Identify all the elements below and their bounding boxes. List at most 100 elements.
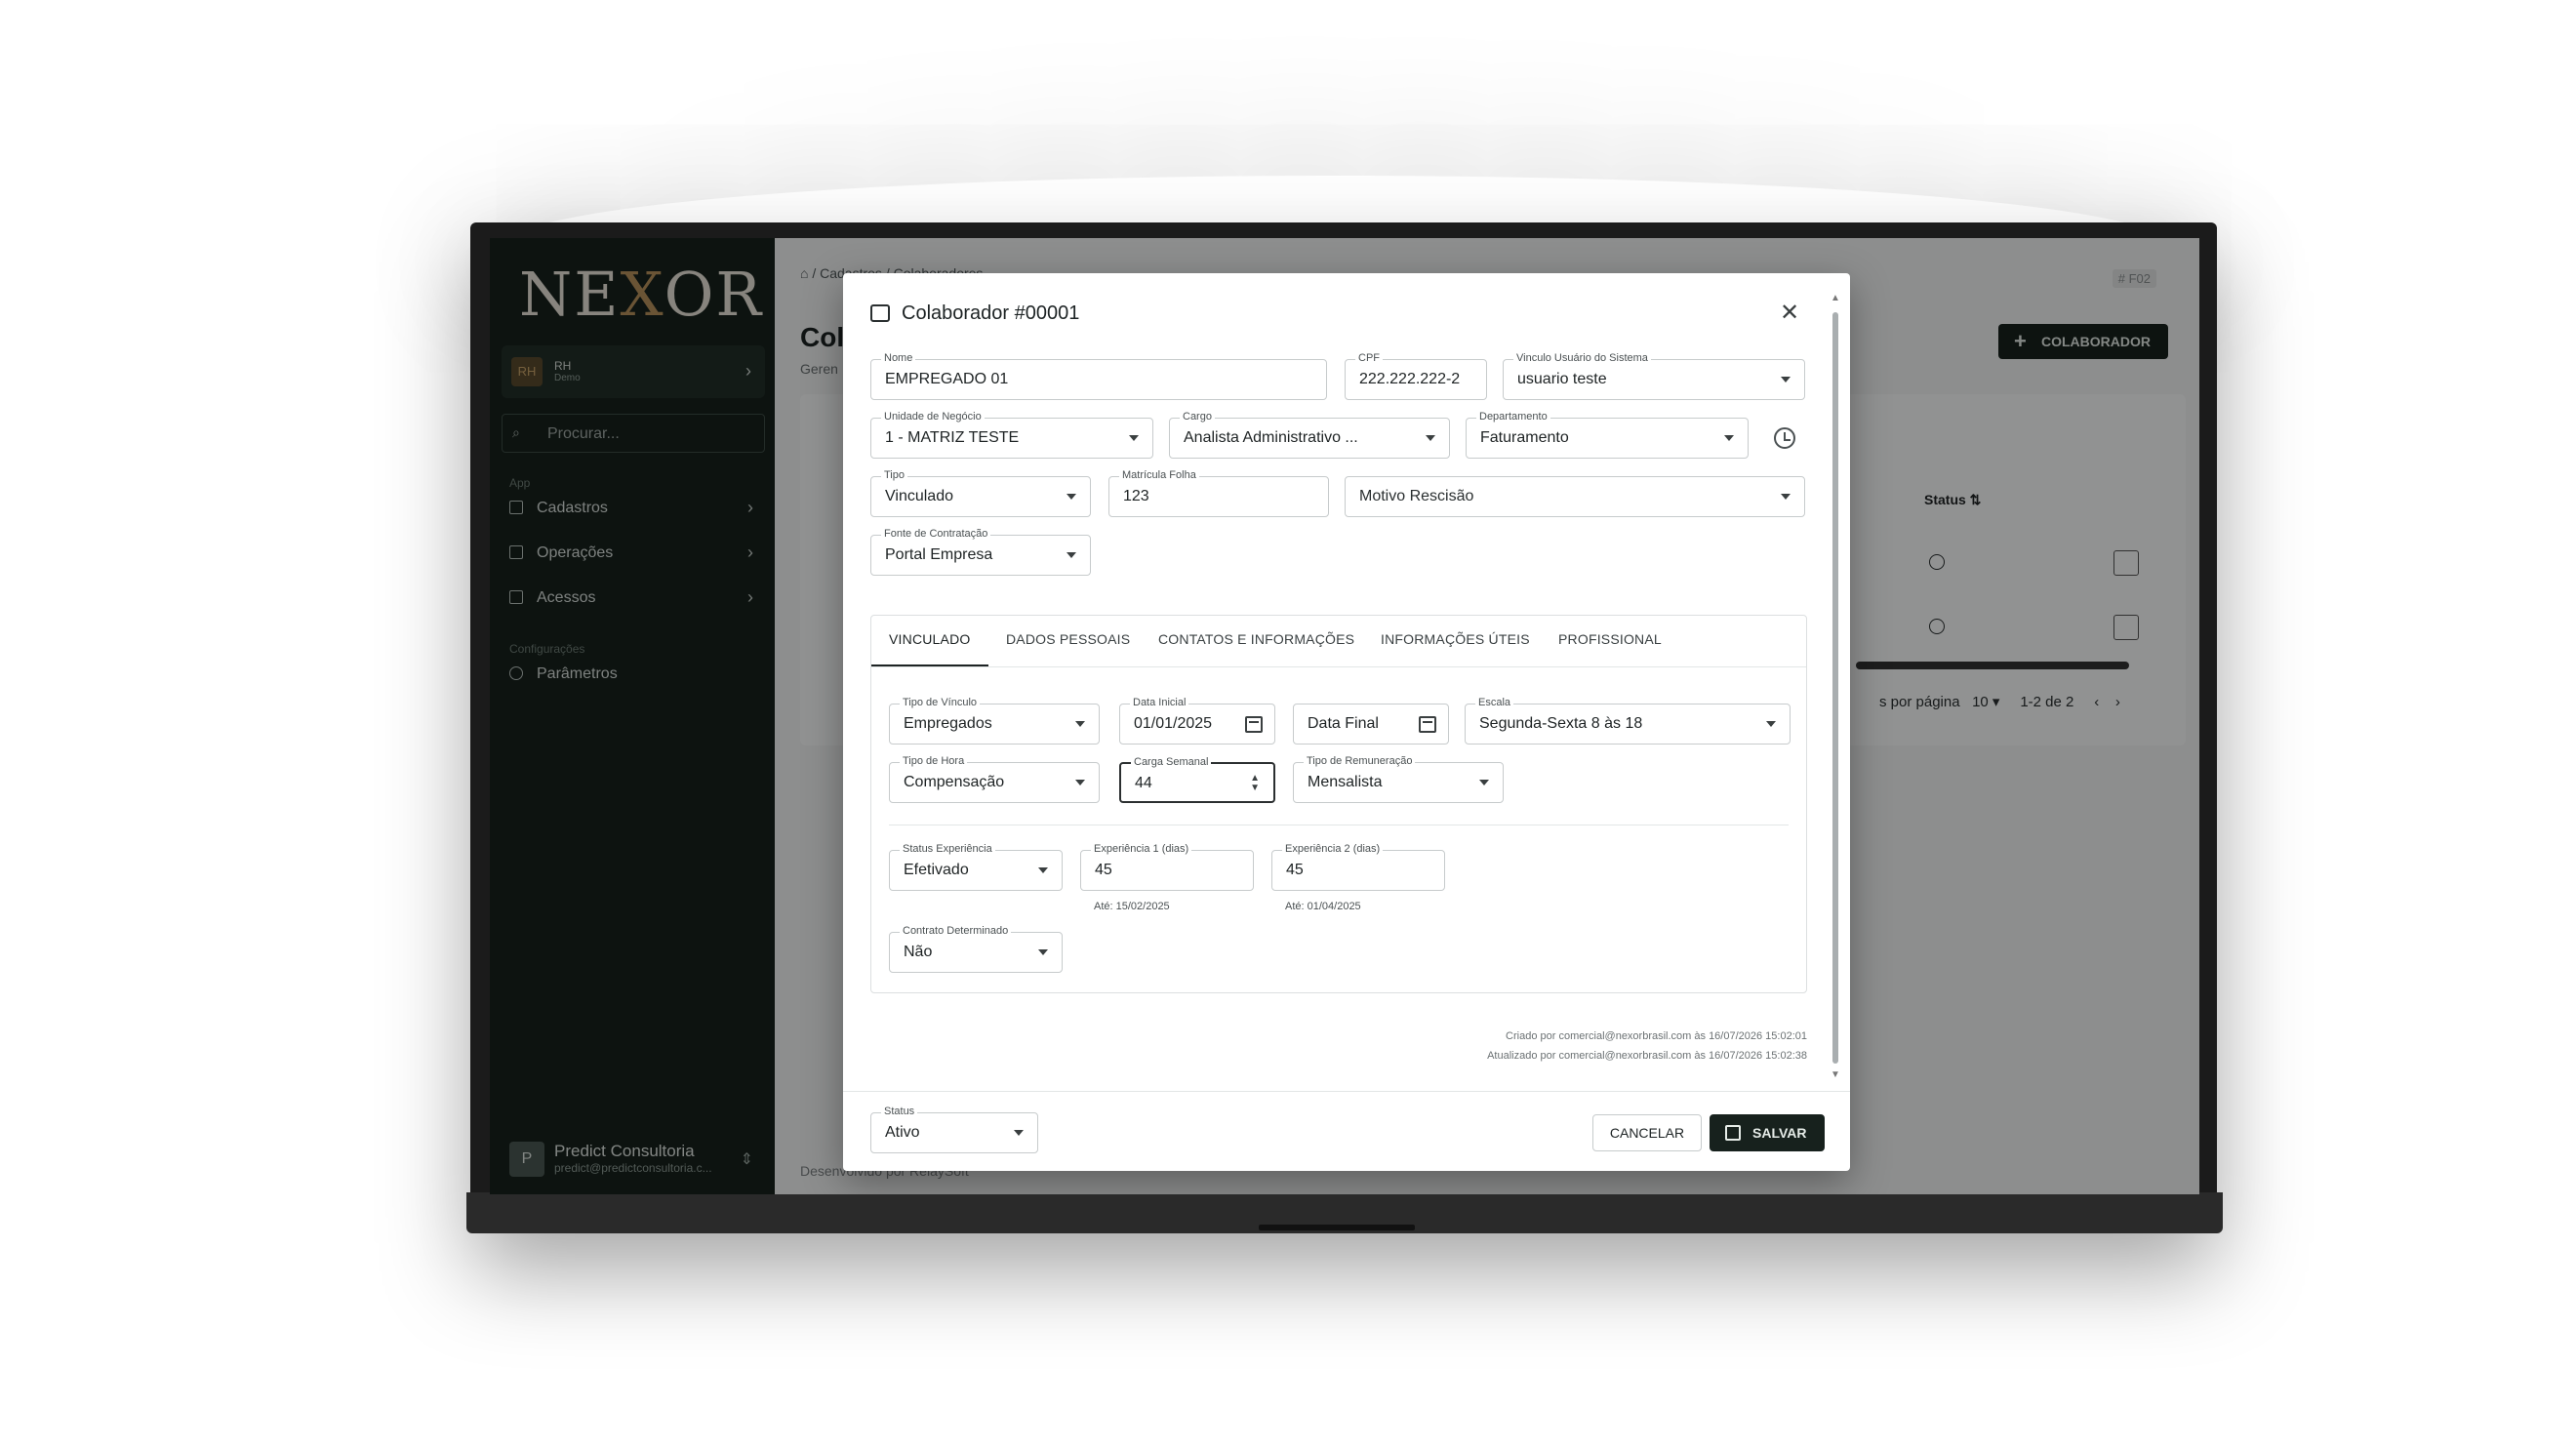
field-value: Portal Empresa [885, 546, 993, 563]
field-value: Mensalista [1308, 774, 1383, 790]
active-tab-indicator [871, 664, 988, 666]
experiencia-2-helper: Até: 01/04/2025 [1285, 901, 1361, 912]
caret-down-icon [1038, 949, 1048, 955]
tipo-vinculo-select[interactable]: Tipo de Vínculo Empregados [889, 696, 1100, 745]
experiencia-1-helper: Até: 15/02/2025 [1094, 901, 1170, 912]
tabs-divider [871, 666, 1806, 667]
scroll-down-icon[interactable]: ▼ [1831, 1069, 1840, 1080]
colaborador-dialog: Colaborador #00001 ✕ ▲ ▼ Nome EMPREGADO … [843, 273, 1850, 1171]
dialog-scrollbar[interactable]: ▲ ▼ [1831, 293, 1840, 1083]
save-button[interactable]: SALVAR [1710, 1114, 1825, 1151]
field-value: Compensação [904, 774, 1005, 790]
caret-down-icon [1075, 721, 1085, 727]
caret-down-icon [1067, 552, 1076, 558]
field-label: Status Experiência [900, 842, 995, 856]
field-value: 45 [1286, 862, 1304, 878]
audit-updated: Atualizado por comercial@nexorbrasil.com… [1487, 1050, 1807, 1062]
tab-vinculado[interactable]: VINCULADO [889, 631, 970, 647]
caret-down-icon [1129, 435, 1139, 441]
caret-down-icon [1766, 721, 1776, 727]
field-value: 222.222.222-2 [1359, 371, 1461, 387]
tab-contatos-informacoes[interactable]: CONTATOS E INFORMAÇÕES [1158, 631, 1354, 647]
monitor-notch [1259, 1225, 1415, 1230]
field-value: Analista Administrativo ... [1184, 429, 1358, 446]
caret-down-icon [1014, 1130, 1024, 1136]
field-label: Departamento [1476, 410, 1550, 423]
field-label: Escala [1475, 696, 1514, 709]
experiencia-2-field[interactable]: Experiência 2 (dias) 45 [1271, 842, 1445, 891]
field-placeholder: Data Final [1308, 715, 1379, 732]
field-label: Unidade de Negócio [881, 410, 985, 423]
tab-dados-pessoais[interactable]: DADOS PESSOAIS [1006, 631, 1130, 647]
id-badge-icon [870, 304, 890, 322]
unidade-negocio-select[interactable]: Unidade de Negócio 1 - MATRIZ TESTE [870, 410, 1153, 459]
nome-field[interactable]: Nome EMPREGADO 01 [870, 351, 1327, 400]
caret-down-icon [1075, 780, 1085, 785]
field-label: Experiência 1 (dias) [1091, 842, 1192, 856]
cpf-field[interactable]: CPF 222.222.222-2 [1345, 351, 1487, 400]
history-icon[interactable] [1774, 427, 1795, 449]
field-value: EMPREGADO 01 [885, 371, 1009, 387]
departamento-select[interactable]: Departamento Faturamento [1466, 410, 1749, 459]
field-value: Não [904, 944, 933, 960]
cargo-select[interactable]: Cargo Analista Administrativo ... [1169, 410, 1450, 459]
matricula-folha-field[interactable]: Matrícula Folha 123 [1108, 468, 1329, 517]
experiencia-1-field[interactable]: Experiência 1 (dias) 45 [1080, 842, 1254, 891]
caret-down-icon [1479, 780, 1489, 785]
calendar-icon[interactable] [1419, 716, 1436, 733]
dialog-footer-divider [843, 1091, 1850, 1092]
field-label: Matrícula Folha [1119, 468, 1199, 482]
field-label: Data Inicial [1130, 696, 1189, 709]
scrollbar-thumb[interactable] [1832, 312, 1838, 1064]
contrato-determinado-select[interactable]: Contrato Determinado Não [889, 924, 1063, 973]
data-final-field[interactable]: Data Final [1293, 704, 1449, 745]
field-value: Segunda-Sexta 8 às 18 [1479, 715, 1643, 732]
audit-created: Criado por comercial@nexorbrasil.com às … [1506, 1030, 1807, 1042]
caret-down-icon [1426, 435, 1435, 441]
field-value: 123 [1123, 488, 1149, 504]
field-label: Experiência 2 (dias) [1282, 842, 1384, 856]
tipo-remuneracao-select[interactable]: Tipo de Remuneração Mensalista [1293, 754, 1504, 803]
close-icon[interactable]: ✕ [1780, 299, 1799, 327]
cancel-button[interactable]: CANCELAR [1592, 1114, 1702, 1151]
field-label: Cargo [1180, 410, 1215, 423]
tipo-select[interactable]: Tipo Vinculado [870, 468, 1091, 517]
field-placeholder: Motivo Rescisão [1359, 488, 1474, 504]
field-value: Vinculado [885, 488, 953, 504]
stepper-arrows-icon[interactable]: ▲ ▼ [1250, 774, 1260, 793]
button-label: SALVAR [1752, 1125, 1807, 1141]
field-value: 01/01/2025 [1134, 715, 1213, 732]
field-label: Contrato Determinado [900, 924, 1012, 938]
carga-semanal-stepper[interactable]: Carga Semanal 44 ▲ ▼ [1119, 755, 1275, 803]
screen: NEXOR RH RH Demo › ⌕ Procurar... App Cad… [490, 238, 2199, 1194]
field-label: Tipo [881, 468, 907, 482]
field-label: Fonte de Contratação [881, 527, 991, 541]
status-select[interactable]: Status Ativo [870, 1105, 1038, 1153]
field-label: Vinculo Usuário do Sistema [1513, 351, 1651, 365]
field-value: 44 [1135, 775, 1152, 791]
tipo-hora-select[interactable]: Tipo de Hora Compensação [889, 754, 1100, 803]
field-label: Tipo de Hora [900, 754, 968, 768]
data-inicial-field[interactable]: Data Inicial 01/01/2025 [1119, 696, 1275, 745]
field-value: 45 [1095, 862, 1112, 878]
field-value: Efetivado [904, 862, 969, 878]
field-label: Tipo de Remuneração [1304, 754, 1416, 768]
fonte-contratacao-select[interactable]: Fonte de Contratação Portal Empresa [870, 527, 1091, 576]
caret-down-icon [1781, 494, 1791, 500]
caret-down-icon [1781, 377, 1791, 382]
scroll-up-icon[interactable]: ▲ [1831, 293, 1840, 303]
tab-profissional[interactable]: PROFISSIONAL [1558, 631, 1662, 647]
field-value: Empregados [904, 715, 992, 732]
calendar-icon[interactable] [1245, 716, 1263, 733]
status-experiencia-select[interactable]: Status Experiência Efetivado [889, 842, 1063, 891]
escala-select[interactable]: Escala Segunda-Sexta 8 às 18 [1465, 696, 1791, 745]
caret-down-icon [1038, 867, 1048, 873]
motivo-rescisao-select[interactable]: Motivo Rescisão [1345, 476, 1805, 517]
field-label: Tipo de Vínculo [900, 696, 981, 709]
tab-informacoes-uteis[interactable]: INFORMAÇÕES ÚTEIS [1381, 631, 1530, 647]
field-label: CPF [1355, 351, 1383, 365]
vinculo-usuario-select[interactable]: Vinculo Usuário do Sistema usuario teste [1503, 351, 1805, 400]
field-value: Ativo [885, 1124, 920, 1141]
tabs-panel: VINCULADO DADOS PESSOAIS CONTATOS E INFO… [870, 615, 1807, 993]
field-value: Faturamento [1480, 429, 1569, 446]
